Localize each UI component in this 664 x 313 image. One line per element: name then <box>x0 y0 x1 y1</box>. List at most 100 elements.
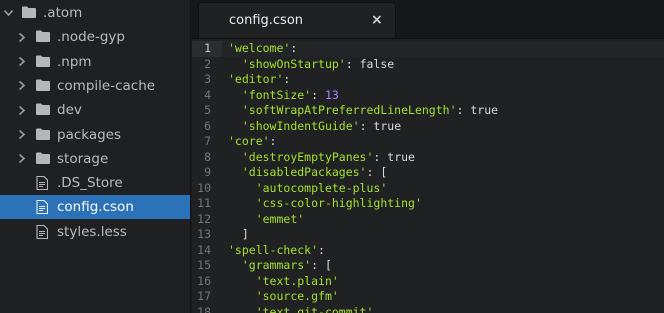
code-line: 'showOnStartup': false <box>228 57 394 73</box>
tree-item-styles-less[interactable]: styles.less <box>0 220 190 244</box>
chevron-down-icon[interactable] <box>2 7 14 19</box>
folder-icon <box>36 55 50 69</box>
code-token-punc <box>228 88 242 102</box>
code-token-str: 'autocomplete-plus' <box>255 180 388 195</box>
tree-item-label: storage <box>57 150 109 167</box>
line-number: 5 <box>204 103 211 117</box>
chevron-right-icon[interactable] <box>16 80 28 92</box>
chevron-right-icon[interactable] <box>16 129 28 141</box>
code-token-punc: : <box>318 242 325 257</box>
code-line: 'fontSize': 13 <box>228 88 339 104</box>
tree-item-ds-store[interactable]: .DS_Store <box>0 171 190 195</box>
code-token-str: 'text.git-commit' <box>255 304 374 313</box>
code-token-bool: false <box>359 56 395 71</box>
tree-item-node-gyp[interactable]: .node-gyp <box>0 25 190 49</box>
code-line: 'autocomplete-plus' <box>228 180 388 197</box>
tree-item-label: dev <box>57 102 82 119</box>
code-token-punc <box>228 103 242 117</box>
code-token-punc: : [ <box>366 165 388 179</box>
line-number: 15 <box>197 258 211 272</box>
code-token-punc: : <box>345 56 360 71</box>
tree-item-config-cson[interactable]: config.cson <box>0 195 190 220</box>
code-token-punc: : <box>373 149 388 164</box>
code-token-punc: : [ <box>311 258 332 272</box>
code-token-punc: : <box>311 87 325 102</box>
tree-item-label: styles.less <box>57 223 127 240</box>
code-token-punc <box>228 196 256 210</box>
code-token-punc: ] <box>228 227 249 241</box>
code-token-key: 'editor' <box>228 72 284 86</box>
code-line: 'destroyEmptyPanes': true <box>228 150 415 166</box>
code-token-punc <box>228 119 242 133</box>
code-token-punc <box>228 212 256 226</box>
code-token-key: 'core' <box>228 134 270 148</box>
code-token-key: 'welcome' <box>228 41 291 55</box>
code-token-str: 'source.gfm' <box>255 289 339 303</box>
code-line: 'source.gfm' <box>228 289 339 305</box>
code-token-punc <box>228 305 256 313</box>
folder-icon <box>36 152 50 166</box>
chevron-right-icon[interactable] <box>16 153 28 165</box>
line-number: 4 <box>204 87 211 102</box>
code-token-punc <box>228 274 256 288</box>
line-number-gutter: 1 2 3 4 5 6 7 8 9 10 11 12 13 14 15 16 17 18 <box>192 39 222 313</box>
chevron-right-icon[interactable] <box>16 56 28 68</box>
tree-item-label: .npm <box>57 53 92 70</box>
line-number: 3 <box>204 72 211 86</box>
code-line: 'softWrapAtPreferredLineLength': true <box>228 103 498 119</box>
tree-item-dev[interactable]: dev <box>0 98 190 122</box>
code-token-str: 'text.plain' <box>255 273 339 288</box>
line-number: 6 <box>204 118 211 133</box>
code-token-key: 'spell-check' <box>228 242 319 257</box>
code-token-str: 'emmet' <box>255 211 305 226</box>
tree-item-npm[interactable]: .npm <box>0 50 190 74</box>
file-icon <box>36 200 50 215</box>
tree-item-label: config.cson <box>57 199 134 216</box>
code-token-key: 'softWrapAtPreferredLineLength' <box>241 103 457 117</box>
code-token-punc <box>228 165 242 179</box>
code-token-punc <box>228 57 242 71</box>
line-number: 9 <box>204 165 211 179</box>
folder-icon <box>36 79 50 93</box>
code-line: 'spell-check': <box>228 243 325 259</box>
line-number: 2 <box>204 56 211 71</box>
code-line: 'css-color-highlighting' <box>228 196 422 212</box>
tree-view: .atom .node-gyp .npm compile-cache dev packag… <box>0 0 191 313</box>
line-number: 14 <box>197 242 211 257</box>
line-number: 10 <box>197 180 211 195</box>
code-line: 'editor': <box>228 72 290 88</box>
chevron-right-icon[interactable] <box>16 104 28 116</box>
folder-icon <box>36 30 50 44</box>
line-number: 18 <box>197 304 211 313</box>
code-line: 'grammars': [ <box>228 258 332 274</box>
code-line: 'text.plain' <box>228 274 339 290</box>
tab-config-cson[interactable]: config.cson × <box>198 2 396 38</box>
tree-item-label: .node-gyp <box>57 29 125 46</box>
folder-icon <box>36 128 50 142</box>
line-number: 11 <box>197 196 211 210</box>
tree-item-label: .atom <box>43 5 83 21</box>
tree-item-compile-cache[interactable]: compile-cache <box>0 74 190 98</box>
code-token-punc <box>228 289 256 303</box>
code-line: 'core': <box>228 134 276 150</box>
text-editor[interactable]: 1 2 3 4 5 6 7 8 9 10 11 12 13 14 15 16 17 18 'welcome': '… <box>192 39 664 313</box>
code-token-bool: true <box>387 149 415 164</box>
chevron-right-icon[interactable] <box>16 31 28 43</box>
code-token-punc <box>228 150 242 164</box>
code-token-punc: : <box>359 118 374 133</box>
code-token-punc <box>228 181 256 195</box>
code-line: ] <box>228 227 249 243</box>
tree-item-packages[interactable]: packages <box>0 123 190 147</box>
tree-item-atom[interactable]: .atom <box>0 1 190 25</box>
line-number: 13 <box>197 227 211 241</box>
code-token-punc: : <box>283 72 291 86</box>
tree-item-storage[interactable]: storage <box>0 147 190 171</box>
code-line: 'text.git-commit' <box>228 304 374 313</box>
close-icon[interactable]: × <box>371 12 383 28</box>
code-line: 'showIndentGuide': true <box>228 119 401 135</box>
line-number: 12 <box>197 211 211 226</box>
line-number: 7 <box>204 134 211 148</box>
